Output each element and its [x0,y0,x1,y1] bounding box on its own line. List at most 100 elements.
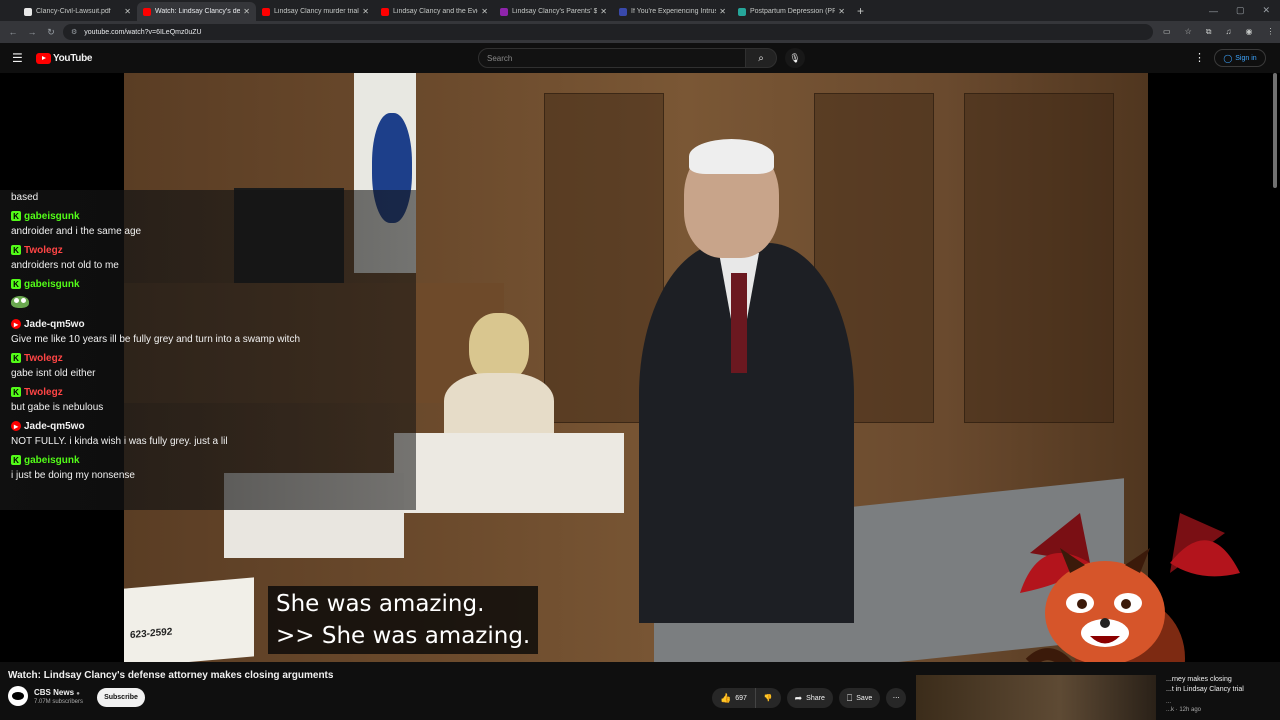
browser-tab[interactable]: Lindsay Clancy murder trial: Pro✕ [256,2,375,21]
tab-favicon-icon [738,7,746,16]
youtube-logo[interactable]: YouTube [36,52,93,64]
browser-tab-strip: Clancy-Civil-Lawsuit.pdf ✕ Watch: Lindsay … [0,0,1280,21]
chat-username: K Twolegz [11,244,405,256]
search-box[interactable] [478,48,746,68]
chat-text: NOT FULLY. i kinda wish i was fully grey… [11,436,228,447]
defense-attorney [639,139,854,623]
more-actions-button[interactable]: ⋯ [886,688,907,708]
kick-badge-icon: K [11,353,21,363]
channel-name[interactable]: CBS News ● [34,688,83,697]
site-info-icon[interactable]: ⚙ [71,28,77,36]
tab-close-icon[interactable]: ✕ [838,7,845,16]
browser-tab[interactable]: Watch: Lindsay Clancy's def ✕ [137,2,256,21]
tab-favicon-icon [24,7,32,16]
dislike-button[interactable]: 👎 [755,688,781,708]
kick-badge-icon: K [11,245,21,255]
kick-badge-icon: K [11,279,21,289]
hamburger-menu-icon[interactable]: ☰ [12,51,26,65]
browser-tab[interactable]: Postpartum Depression (PPD) ✕ [732,2,851,21]
browser-menu-icon[interactable]: ⋮ [1266,27,1274,37]
browser-tab[interactable]: Lindsay Clancy's Parents' $1 Mi✕ [494,2,613,21]
caption-line-1: She was amazing. [276,591,485,617]
youtube-badge-icon: ▸ [11,319,21,329]
tab-close-icon[interactable]: ✕ [362,7,369,16]
chat-message: K Twolegz but gabe is nebulous [11,386,405,414]
search-input[interactable] [487,53,745,63]
chat-username: ▸ Jade-qm5wo [11,318,405,330]
recommended-thumbnail[interactable] [916,675,1156,720]
minimize-icon[interactable]: — [1209,6,1218,16]
chat-message: based [11,192,405,204]
tab-title: Lindsay Clancy's Parents' $1 Mi [512,8,598,15]
microphone-icon: 🎙 [789,52,801,63]
chat-username: Kgabeisgunk [11,278,405,290]
voice-search-button[interactable]: 🎙 [785,48,805,68]
caption-line-2: >> She was amazing. [276,623,531,649]
more-horizontal-icon: ⋯ [892,695,900,702]
tab-title: Watch: Lindsay Clancy's def [155,8,241,15]
chat-overlay: based Kgabeisgunk androider and i the same… [0,190,416,510]
close-window-icon[interactable]: ✕ [1262,5,1270,16]
new-tab-button[interactable]: + [857,4,864,18]
tab-close-icon[interactable]: ✕ [243,7,250,16]
youtube-play-icon [36,52,51,64]
recommended-title[interactable]: ...rney makes closing ...t in Lindsay Cl… [1166,675,1266,695]
exhibit-sign: 623-2592 [124,577,254,662]
cast-icon[interactable]: ▭ [1163,27,1171,37]
browser-tab[interactable]: If You're Experiencing Intrusive✕ [613,2,732,21]
share-icon: ➦ [794,692,803,703]
save-label: Save [856,694,873,702]
chat-text: gabe isnt old either [11,368,96,379]
search-icon: ⌕ [758,52,764,64]
tab-title: Clancy-Civil-Lawsuit.pdf [36,8,111,15]
thumbs-down-icon: 👎 [763,695,773,702]
page-scrollbar[interactable] [1273,73,1277,188]
share-button[interactable]: ➦ Share [786,688,833,708]
chat-username: K Twolegz [11,352,405,364]
sign-in-label: Sign in [1235,54,1257,62]
tab-close-icon[interactable]: ✕ [719,7,726,16]
sign-in-button[interactable]: ◯ Sign in [1214,49,1266,67]
browser-tab[interactable]: Lindsay Clancy and the Eviden✕ [375,2,494,21]
save-button[interactable]: ⎕ Save [838,688,881,708]
recommended-video[interactable]: ...rney makes closing ...t in Lindsay Cl… [916,675,1278,720]
settings-more-icon[interactable]: ⋮ [1194,51,1205,64]
tab-close-icon[interactable]: ✕ [124,7,131,16]
address-bar[interactable]: ⚙ youtube.com/watch?v=6ILeQmz0uZU [63,24,1153,40]
cbs-eye-icon [12,692,24,700]
bookmark-star-icon[interactable]: ☆ [1185,27,1192,37]
chat-username: ▸ Jade-qm5wo [11,420,405,432]
tab-close-icon[interactable]: ✕ [481,7,488,16]
video-player[interactable]: 623-2592 based Kgabeisgunk androider and i… [0,73,1280,662]
kick-badge-icon: K [11,387,21,397]
tab-close-icon[interactable]: ✕ [600,7,607,16]
like-dislike-group: 👍 697 👎 [712,688,781,708]
chat-username: Kgabeisgunk [11,454,405,466]
tab-favicon-icon [500,7,508,16]
search-button[interactable]: ⌕ [745,48,777,68]
reload-icon[interactable]: ↻ [44,25,58,39]
media-icon[interactable]: ♫ [1225,27,1231,37]
youtube-badge-icon: ▸ [11,421,21,431]
maximize-icon[interactable]: ▢ [1236,5,1245,16]
chat-message: K Twolegz gabe isnt old either [11,352,405,380]
chat-message: Kgabeisgunk androider and i the same age [11,210,405,238]
youtube-header: ☰ YouTube ⌕ 🎙 ⋮ ◯ Sign in [0,43,1280,73]
like-button[interactable]: 👍 697 [712,688,756,708]
chat-message: Kgabeisgunk [11,278,405,312]
profile-icon[interactable]: ◉ [1245,27,1252,37]
extensions-icon[interactable]: ⧉ [1206,27,1212,37]
subscriber-count: 7.07M subscribers [34,698,84,705]
channel-info[interactable]: CBS News ● 7.07M subscribers [8,686,83,706]
channel-avatar[interactable] [8,686,28,706]
kick-badge-icon: K [11,211,21,221]
tab-title: If You're Experiencing Intrusive [631,8,717,15]
forward-icon[interactable]: → [25,25,39,39]
share-label: Share [806,694,825,702]
chat-username: Kgabeisgunk [11,210,405,222]
browser-tab[interactable]: Clancy-Civil-Lawsuit.pdf ✕ [18,2,137,21]
back-icon[interactable]: ← [6,25,20,39]
subscribe-button[interactable]: Subscribe [97,688,145,707]
recommended-age: ...k · 12h ago [1166,707,1202,713]
bookmark-icon: ⎕ [846,692,853,703]
